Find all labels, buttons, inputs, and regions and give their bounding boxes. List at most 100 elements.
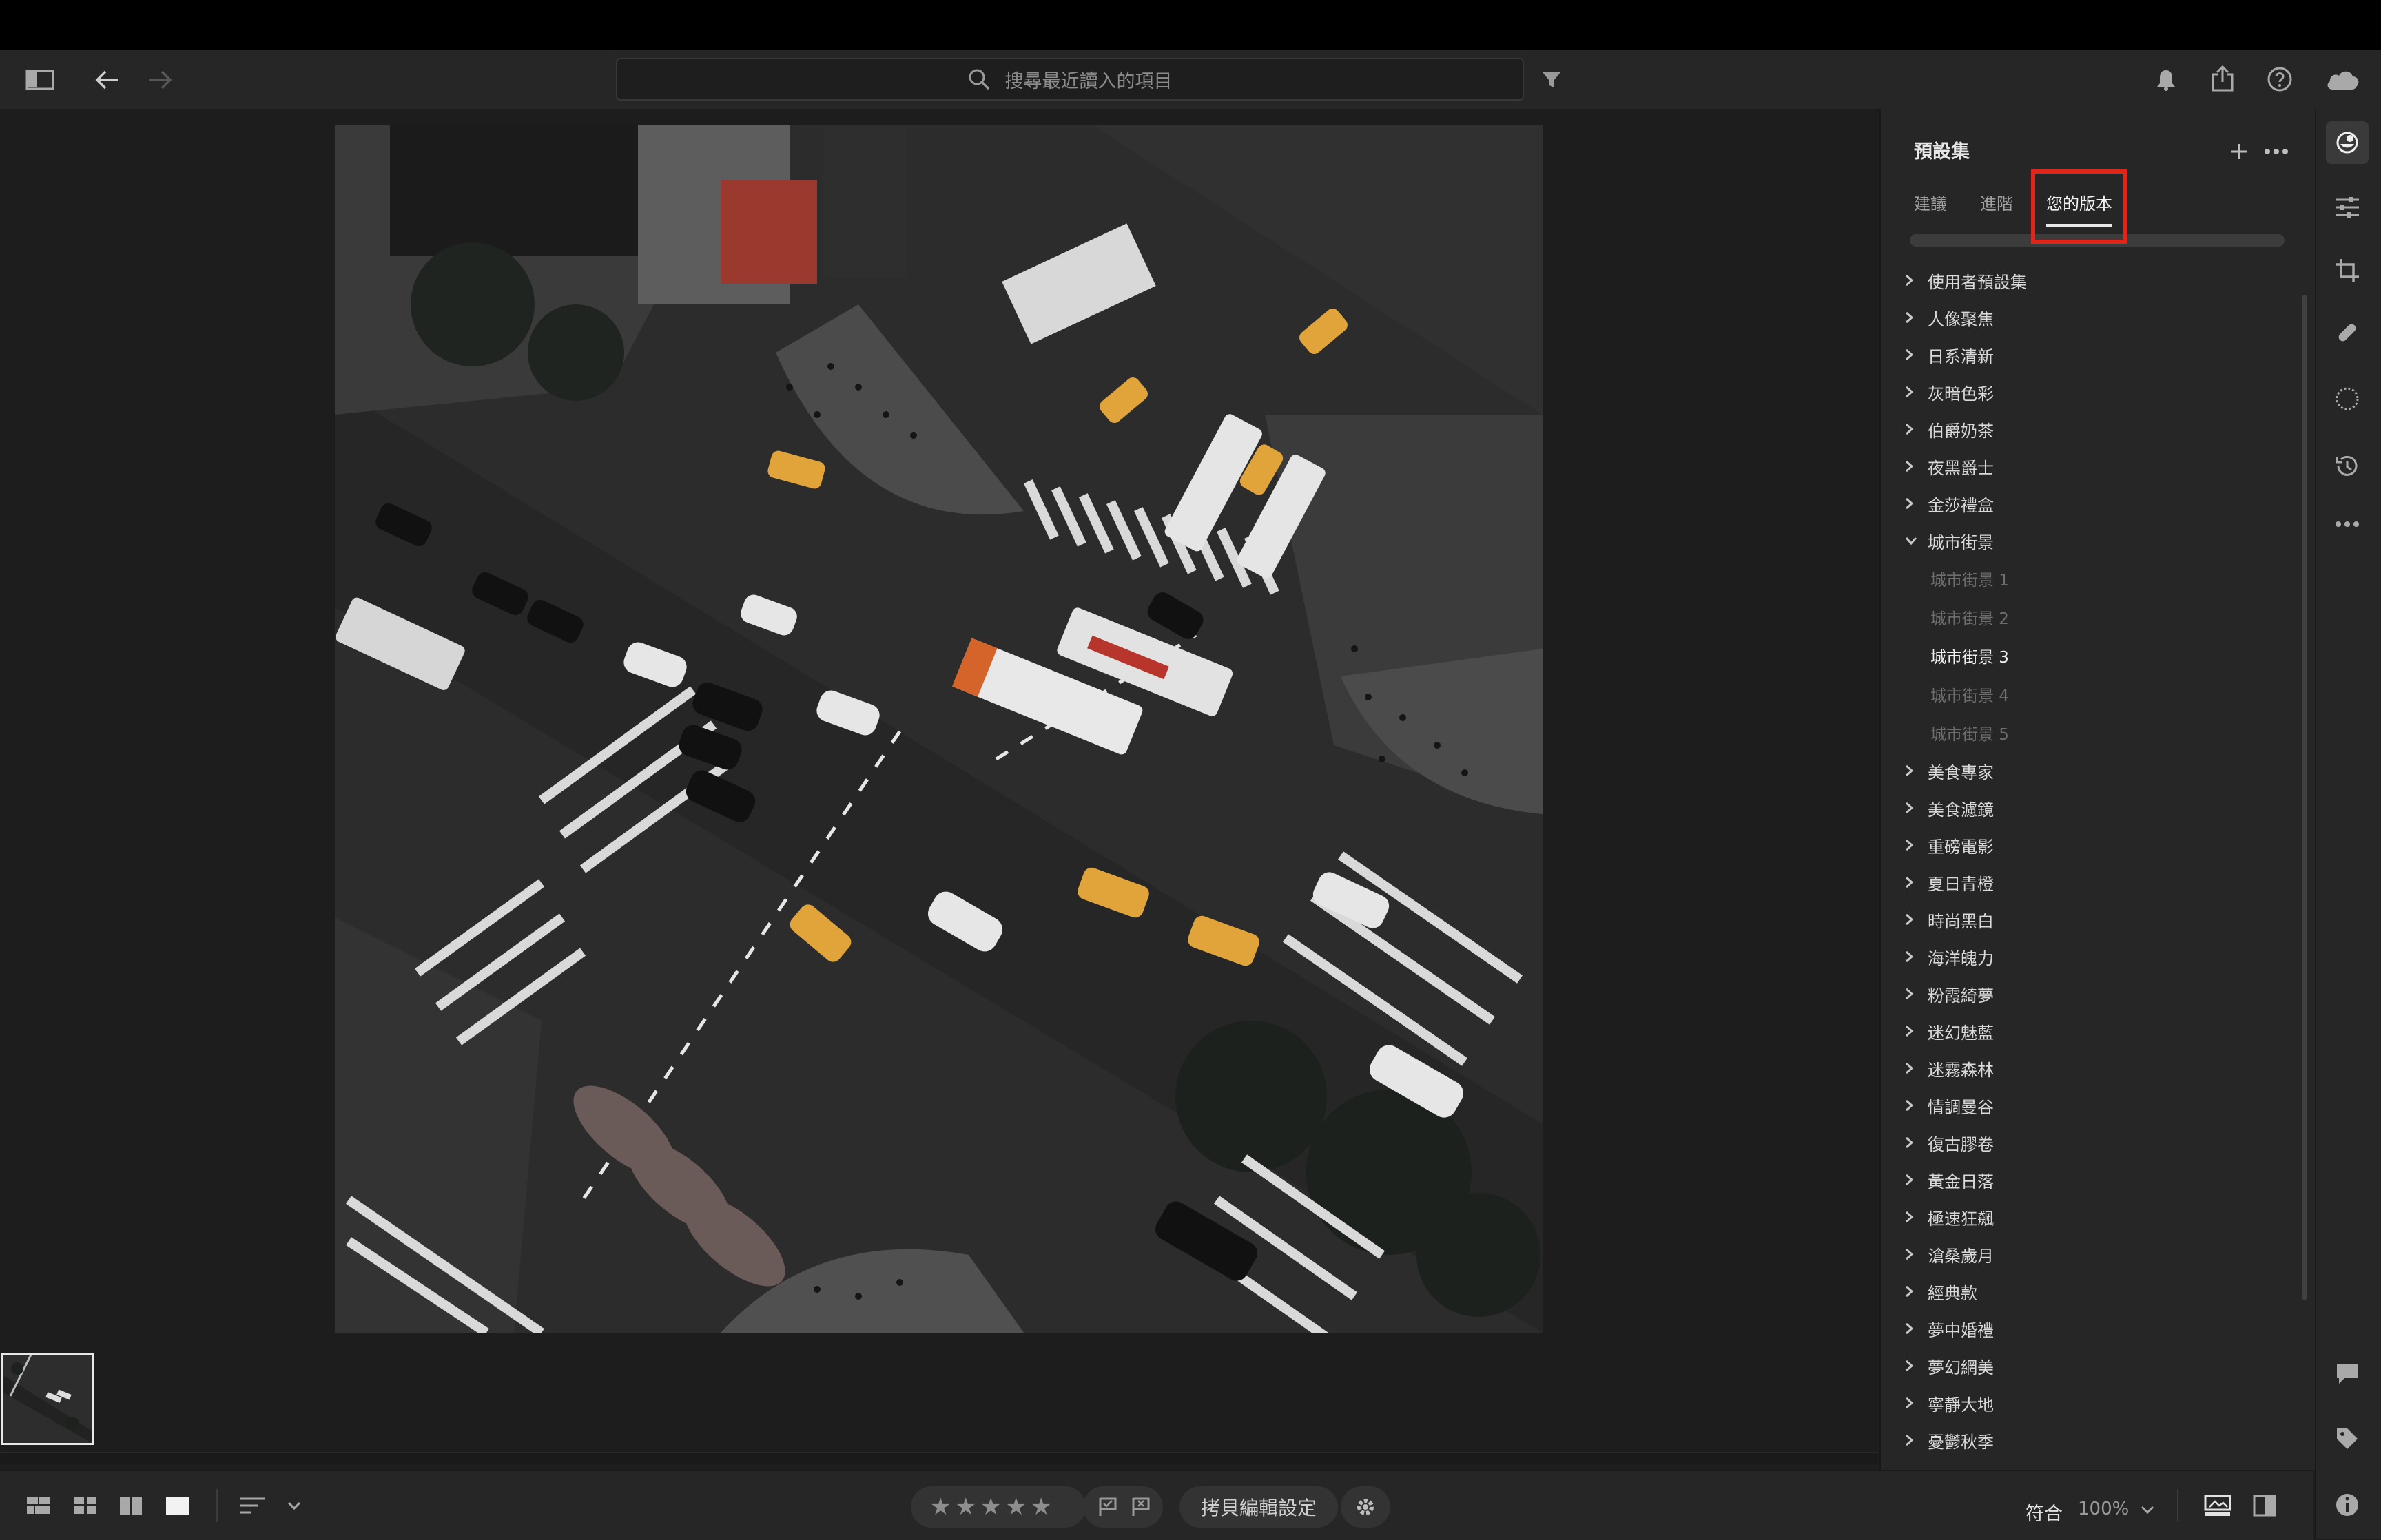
preset-group-label: 憂鬱秋季	[1928, 1432, 1994, 1452]
copy-edit-settings-button[interactable]: 拷貝編輯設定	[1179, 1486, 1338, 1528]
preset-item-selected[interactable]: 城市街景 3	[1904, 636, 2276, 675]
preset-item[interactable]: 城市街景 2	[1904, 598, 2276, 636]
preset-group[interactable]: 憂鬱秋季	[1904, 1422, 2276, 1459]
chevron-right-icon	[1904, 1247, 1928, 1261]
help-icon[interactable]	[2264, 63, 2296, 95]
chevron-right-icon	[1904, 1433, 1928, 1447]
sort-icon[interactable]	[237, 1492, 269, 1519]
preset-group[interactable]: 情調曼谷	[1904, 1087, 2276, 1124]
preset-group-label: 夢中婚禮	[1928, 1320, 1994, 1340]
cloud-icon[interactable]	[2322, 63, 2363, 95]
preset-group[interactable]: 重磅電影	[1904, 826, 2276, 864]
preset-group-label: 夜黑爵士	[1928, 458, 1994, 478]
tab-recommended[interactable]: 建議	[1914, 190, 1947, 227]
preset-group-label: 經典款	[1928, 1283, 1977, 1303]
more-icon[interactable]	[2261, 139, 2291, 164]
preset-group-label: 情調曼谷	[1928, 1097, 1994, 1117]
zoom-level[interactable]: 100%	[2078, 1499, 2129, 1519]
star-icon[interactable]: ★	[930, 1493, 955, 1521]
star-icon[interactable]: ★	[1005, 1493, 1030, 1521]
chevron-right-icon	[1904, 311, 1928, 324]
panel-scrollbar[interactable]	[2302, 295, 2307, 1300]
masking-icon[interactable]	[2330, 382, 2364, 416]
preset-group[interactable]: 迷幻魅藍	[1904, 1012, 2276, 1050]
preset-group[interactable]: 寧靜大地	[1904, 1384, 2276, 1422]
tag-icon[interactable]	[2330, 1422, 2364, 1456]
preset-group[interactable]: 夜黑爵士	[1904, 448, 2276, 485]
preset-group[interactable]: 夢幻網美	[1904, 1347, 2276, 1384]
preset-group[interactable]: 黃金日落	[1904, 1161, 2276, 1198]
sidebar-toggle-icon[interactable]	[22, 66, 58, 94]
preset-group[interactable]: 使用者預設集	[1904, 262, 2276, 299]
preset-group[interactable]: 時尚黑白	[1904, 901, 2276, 938]
star-icon[interactable]: ★	[980, 1493, 1005, 1521]
forward-arrow-icon[interactable]	[145, 65, 175, 95]
chevron-down-icon[interactable]	[282, 1492, 306, 1519]
preset-group[interactable]: 夏日青橙	[1904, 864, 2276, 901]
preset-item[interactable]: 城市街景 5	[1904, 714, 2276, 752]
star-icon[interactable]: ★	[1031, 1493, 1055, 1521]
share-icon[interactable]	[2206, 62, 2239, 95]
preset-group[interactable]: 金莎禮盒	[1904, 485, 2276, 522]
preset-group-label: 極速狂飆	[1928, 1209, 1994, 1229]
preset-group[interactable]: 復古膠卷	[1904, 1124, 2276, 1161]
fit-zoom-button[interactable]: 符合	[2026, 1499, 2063, 1526]
preset-item[interactable]: 城市街景 1	[1904, 559, 2276, 598]
history-icon[interactable]	[2330, 449, 2364, 483]
preset-group[interactable]: 海洋魄力	[1904, 938, 2276, 975]
preset-group[interactable]: 人像聚焦	[1904, 299, 2276, 336]
preset-item[interactable]: 城市街景 4	[1904, 675, 2276, 714]
search-input[interactable]: 搜尋最近讀入的項目	[616, 58, 1524, 101]
main-photo[interactable]	[335, 125, 1543, 1333]
star-rating[interactable]: ★ ★ ★ ★ ★	[911, 1486, 1086, 1528]
more-horizontal-icon[interactable]	[2330, 507, 2364, 541]
add-icon[interactable]	[2227, 139, 2251, 164]
preset-group[interactable]: 灰暗色彩	[1904, 373, 2276, 410]
filmstrip-toggle-icon[interactable]	[2200, 1490, 2235, 1521]
grid-icon[interactable]	[23, 1492, 54, 1519]
bell-icon[interactable]	[2151, 65, 2181, 95]
preset-group[interactable]: 迷霧森林	[1904, 1050, 2276, 1087]
paste-settings-gear-button[interactable]	[1341, 1486, 1390, 1528]
preset-group-label: 復古膠卷	[1928, 1134, 1994, 1154]
detail-icon[interactable]	[163, 1492, 193, 1519]
preset-group[interactable]: 粉霞綺夢	[1904, 975, 2276, 1012]
edit-sliders-icon[interactable]	[2330, 190, 2364, 225]
preset-group-label: 海洋魄力	[1928, 948, 1994, 968]
star-icon[interactable]: ★	[955, 1493, 980, 1521]
search-icon	[968, 68, 990, 90]
preset-group[interactable]: 滄桑歲月	[1904, 1236, 2276, 1273]
chevron-right-icon	[1904, 913, 1928, 926]
preset-group[interactable]: 極速狂飆	[1904, 1198, 2276, 1236]
info-icon[interactable]	[2330, 1488, 2364, 1522]
filmstrip-scrollbar[interactable]	[0, 1452, 1878, 1464]
healing-icon[interactable]	[2330, 315, 2364, 350]
preset-group[interactable]: 夢中婚禮	[1904, 1310, 2276, 1347]
before-after-icon[interactable]	[2247, 1490, 2282, 1521]
flag-reject-icon[interactable]	[1128, 1495, 1153, 1519]
crop-icon[interactable]	[2330, 253, 2364, 288]
compare-icon[interactable]	[116, 1492, 146, 1519]
chevron-down-icon[interactable]	[2136, 1496, 2159, 1523]
filmstrip-thumbnail[interactable]	[1, 1353, 94, 1445]
presets-icon[interactable]	[2326, 121, 2369, 164]
flag-pick-icon[interactable]	[1095, 1495, 1120, 1519]
chevron-right-icon	[1904, 1136, 1928, 1149]
filter-icon[interactable]	[1538, 66, 1565, 94]
preset-group[interactable]: 美食濾鏡	[1904, 789, 2276, 826]
square-grid-icon[interactable]	[70, 1492, 101, 1519]
back-arrow-icon[interactable]	[92, 65, 123, 95]
preset-group[interactable]: 經典款	[1904, 1273, 2276, 1310]
toolbar-divider	[216, 1489, 218, 1522]
preset-group[interactable]: 伯爵奶茶	[1904, 410, 2276, 448]
preset-group[interactable]: 美食專家	[1904, 752, 2276, 789]
preset-group[interactable]: 日系清新	[1904, 336, 2276, 373]
search-placeholder: 搜尋最近讀入的項目	[1004, 70, 1173, 92]
chevron-right-icon	[1904, 1173, 1928, 1187]
preset-group-expanded[interactable]: 城市街景	[1904, 522, 2276, 559]
comment-icon[interactable]	[2330, 1357, 2364, 1391]
chevron-right-icon	[1904, 1322, 1928, 1335]
preset-group-label: 灰暗色彩	[1928, 384, 1994, 404]
tab-premium[interactable]: 進階	[1980, 190, 2013, 227]
preset-group-label: 夏日青橙	[1928, 874, 1994, 894]
